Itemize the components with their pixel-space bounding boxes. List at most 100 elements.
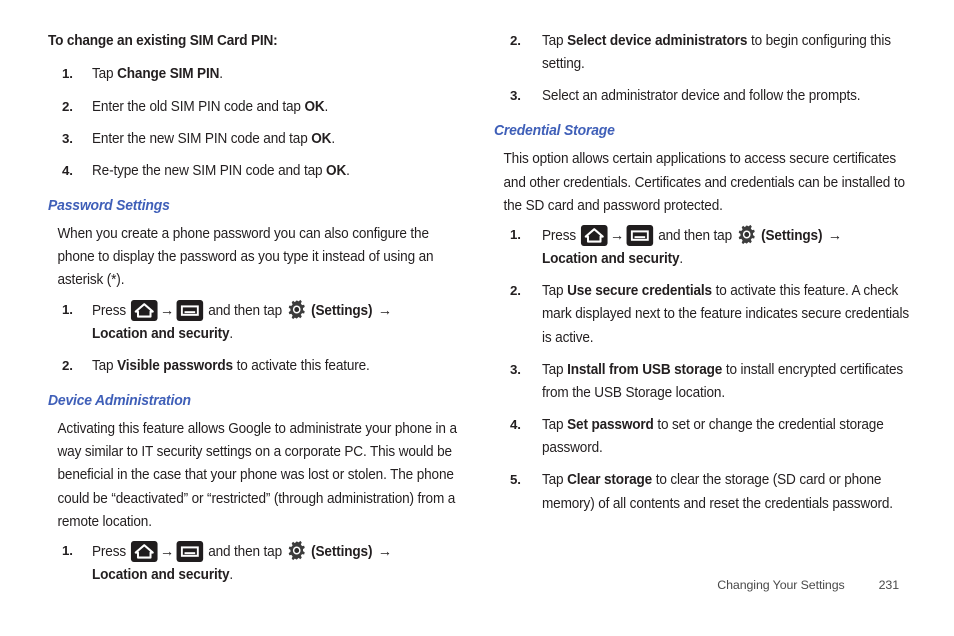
destination-label: Location and security — [542, 251, 680, 268]
arrow-icon: → — [160, 301, 175, 319]
step-text-bold: OK — [304, 98, 325, 115]
home-key-icon — [580, 224, 608, 246]
step-text-post: . — [331, 130, 335, 147]
sim-pin-lead-text: To change an existing SIM Card PIN: — [48, 33, 278, 49]
and-then-tap-label: and then tap — [204, 302, 286, 319]
settings-label: (Settings) — [761, 227, 823, 244]
credential-storage-paragraph: This option allows certain applications … — [503, 151, 906, 214]
list-item: 2. Enter the old SIM PIN code and tap OK… — [48, 96, 468, 119]
right-column: 2. Tap Select device administrators to b… — [494, 30, 914, 525]
step-text-pre: Tap — [542, 33, 568, 49]
list-item: 3. Tap Install from USB storage to insta… — [494, 359, 914, 405]
list-item: 5. Tap Clear storage to clear the storag… — [494, 469, 914, 515]
step-text-pre: Tap — [92, 66, 118, 83]
step-text: Press → and then tap (Settings) → Locatio… — [92, 299, 467, 346]
press-label: Press — [92, 302, 130, 319]
footer-page-number: 231 — [878, 578, 899, 592]
step-text-post: . — [346, 162, 350, 179]
section-heading-password-settings: Password Settings — [48, 197, 170, 215]
step-number: 1. — [62, 66, 73, 82]
destination-label: Location and security — [92, 325, 230, 342]
and-then-tap-label: and then tap — [204, 543, 286, 560]
step-number: 3. — [62, 130, 73, 146]
arrow-icon: → — [160, 542, 175, 560]
step-text-pre: Tap — [542, 283, 568, 300]
period: . — [229, 325, 234, 342]
step-number: 3. — [510, 361, 521, 377]
list-item: 1. Tap Change SIM PIN. — [48, 63, 468, 86]
step-text-bold: Change SIM PIN — [117, 66, 220, 83]
password-settings-steps-list: 1. Press → and then tap (Settings) → Loca… — [48, 299, 468, 378]
list-item: 4. Re-type the new SIM PIN code and tap … — [48, 160, 468, 183]
step-number: 1. — [62, 542, 73, 558]
list-item: 4. Tap Set password to set or change the… — [494, 414, 914, 460]
settings-gear-icon — [287, 540, 307, 561]
step-text-bold: Visible passwords — [117, 357, 233, 374]
step-text-bold: Clear storage — [567, 472, 653, 489]
step-text-pre: Enter the new SIM PIN code and tap — [92, 130, 312, 147]
arrow-icon: → — [377, 301, 392, 319]
step-text-pre: Select an administrator device and follo… — [542, 88, 861, 105]
device-administration-paragraph: Activating this feature allows Google to… — [57, 421, 458, 530]
step-text-pre: Tap — [542, 361, 568, 378]
sim-pin-steps-list: 1. Tap Change SIM PIN. 2. Enter the old … — [48, 63, 468, 183]
press-label: Press — [542, 227, 580, 244]
credential-storage-steps-list: 1. Press → and then tap (Settings) → Loca… — [494, 224, 914, 516]
footer-chapter-title: Changing Your Settings — [717, 578, 845, 592]
step-text-bold: Use secure credentials — [567, 283, 712, 300]
step-number: 2. — [510, 283, 521, 299]
list-item: 3. Select an administrator device and fo… — [494, 85, 914, 108]
section-heading-device-administration: Device Administration — [48, 392, 191, 410]
menu-key-icon — [177, 540, 204, 562]
step-number: 4. — [510, 417, 521, 433]
list-item: 3. Enter the new SIM PIN code and tap OK… — [48, 128, 468, 151]
step-text-bold: OK — [311, 130, 332, 147]
section-heading-credential-storage: Credential Storage — [494, 122, 615, 140]
settings-label: (Settings) — [311, 543, 373, 560]
step-text: Tap Select device administrators to begi… — [542, 30, 922, 76]
step-text: Tap Visible passwords to activate this f… — [92, 355, 467, 378]
step-number: 2. — [510, 33, 521, 48]
settings-gear-icon — [737, 224, 757, 245]
step-text-pre: Tap — [92, 357, 118, 374]
step-number: 3. — [510, 88, 521, 104]
step-text-pre: Re-type the new SIM PIN code and tap — [92, 162, 327, 179]
step-text-bold: Set password — [567, 417, 654, 434]
step-text-bold: OK — [326, 162, 347, 179]
step-number: 2. — [62, 357, 73, 373]
step-text-post: to activate this feature. — [232, 357, 370, 374]
menu-key-icon — [627, 224, 654, 246]
and-then-tap-label: and then tap — [654, 227, 736, 244]
arrow-icon: → — [827, 226, 842, 244]
step-text-pre: Enter the old SIM PIN code and tap — [92, 98, 305, 115]
home-key-icon — [130, 540, 158, 562]
step-text: Enter the new SIM PIN code and tap OK. — [92, 128, 467, 151]
settings-label: (Settings) — [311, 302, 373, 319]
step-text-bold: Install from USB storage — [567, 361, 723, 378]
press-label: Press — [92, 543, 130, 560]
device-administration-steps-continued: 2. Tap Select device administrators to b… — [494, 30, 914, 108]
step-text-post: . — [324, 98, 329, 115]
step-text: Tap Set password to set or change the cr… — [542, 414, 922, 460]
step-text: Select an administrator device and follo… — [542, 85, 922, 108]
step-text: Tap Install from USB storage to install … — [542, 359, 922, 405]
settings-gear-icon — [287, 299, 307, 320]
step-text: Tap Clear storage to clear the storage (… — [542, 469, 922, 515]
step-text-bold: Select device administrators — [567, 33, 748, 49]
step-number: 1. — [62, 301, 73, 317]
step-text-pre: Tap — [542, 417, 568, 434]
step-number: 4. — [62, 162, 73, 178]
menu-key-icon — [177, 299, 204, 321]
list-item: 1. Press → and then tap (Settings) → Loca… — [494, 224, 914, 271]
arrow-icon: → — [377, 542, 392, 560]
step-text: Press → and then tap (Settings) → Locatio… — [542, 224, 922, 271]
list-item: 1. Press → and then tap (Settings) → Loca… — [48, 299, 468, 346]
password-settings-paragraph: When you create a phone password you can… — [57, 226, 434, 289]
list-item: 2. Tap Select device administrators to b… — [494, 30, 914, 76]
arrow-icon: → — [610, 226, 625, 244]
manual-page: To change an existing SIM Card PIN: 1. T… — [0, 0, 954, 636]
step-text-post: . — [219, 66, 223, 83]
step-text: Tap Change SIM PIN. — [92, 63, 467, 86]
home-key-icon — [130, 299, 158, 321]
step-number: 5. — [510, 472, 521, 488]
